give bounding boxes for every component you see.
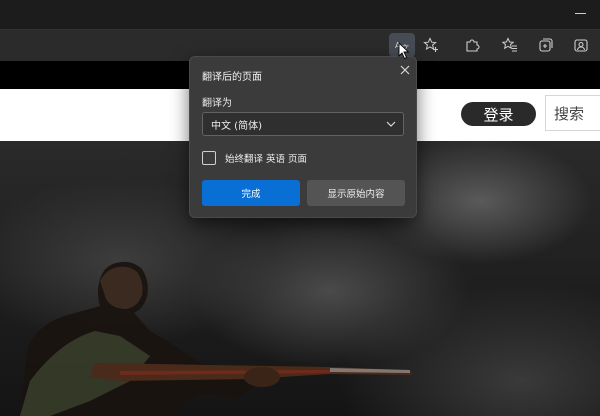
extensions-icon: [466, 39, 480, 52]
login-button[interactable]: 登录: [461, 102, 536, 126]
collections-icon: [539, 38, 553, 52]
favorites-button[interactable]: [497, 33, 523, 57]
extensions-button[interactable]: [459, 33, 485, 57]
close-button[interactable]: [396, 61, 414, 79]
search-input[interactable]: 搜索: [545, 95, 600, 131]
translate-to-label: 翻译为: [202, 98, 232, 109]
mouse-cursor-icon: [398, 42, 410, 60]
translate-popup: 翻译后的页面 翻译为 中文 (简体) 始终翻译 英语 页面 完成 显示原始内容: [189, 56, 417, 218]
selected-language: 中文 (简体): [211, 120, 262, 132]
done-button[interactable]: 完成: [202, 180, 300, 206]
favorites-icon: [502, 37, 517, 52]
close-icon: [400, 65, 410, 75]
collections-button[interactable]: [533, 33, 559, 57]
always-translate-row: 始终翻译 英语 页面: [202, 150, 307, 166]
minimize-icon[interactable]: [575, 13, 586, 14]
chevron-down-icon: [386, 121, 396, 127]
show-original-button[interactable]: 显示原始内容: [307, 180, 405, 206]
profile-icon: [574, 39, 588, 52]
language-select[interactable]: 中文 (简体): [202, 112, 404, 136]
always-translate-label: 始终翻译 英语 页面: [225, 154, 308, 165]
popup-title: 翻译后的页面: [202, 72, 262, 83]
add-favorite-button[interactable]: [418, 33, 444, 57]
profile-button[interactable]: [568, 33, 594, 57]
favorite-add-icon: [423, 37, 438, 52]
window-titlebar: [0, 0, 600, 29]
always-translate-checkbox[interactable]: [202, 151, 216, 165]
